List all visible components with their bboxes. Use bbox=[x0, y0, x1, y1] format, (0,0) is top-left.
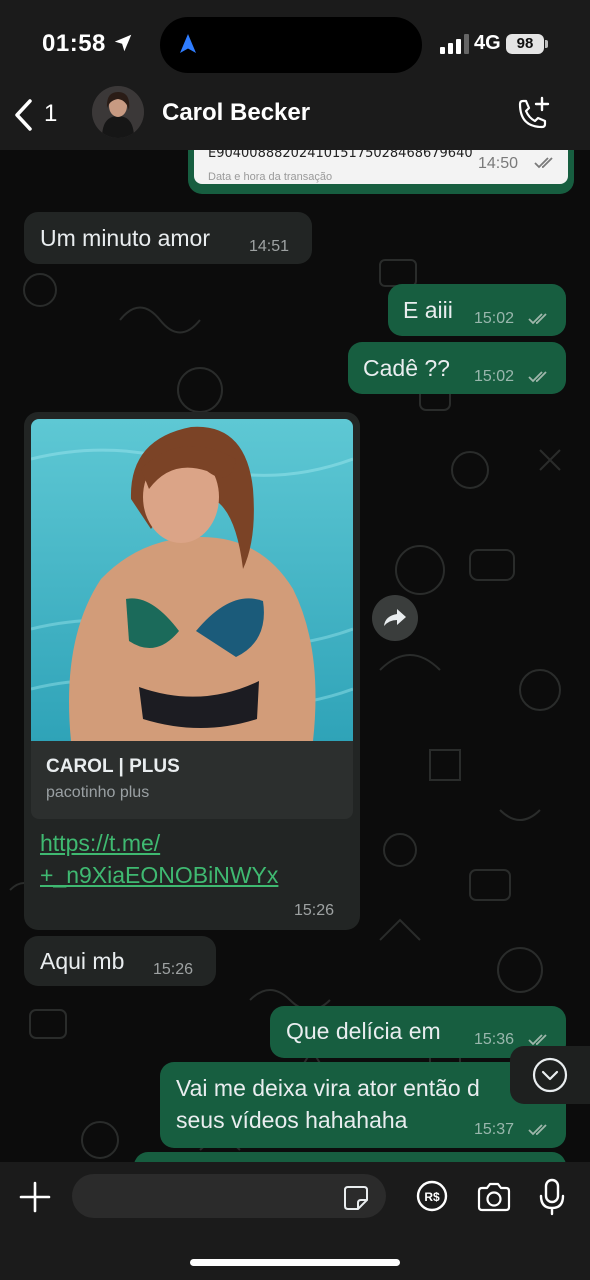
link-preview-meta[interactable]: CAROL | PLUS pacotinho plus bbox=[31, 741, 353, 819]
message-outgoing[interactable]: Cadê ?? 15:02 bbox=[348, 342, 566, 394]
sticker-icon[interactable] bbox=[342, 1184, 370, 1212]
composer-bar: R$ bbox=[0, 1162, 590, 1280]
transaction-date-label: Data e hora da transação bbox=[208, 171, 333, 183]
network-type: 4G bbox=[474, 32, 501, 54]
link-preview-image[interactable] bbox=[31, 419, 353, 741]
message-text: seus vídeos hahahaha bbox=[176, 1107, 408, 1133]
add-call-icon[interactable] bbox=[512, 94, 552, 134]
read-ticks-icon bbox=[528, 1124, 547, 1136]
message-outgoing[interactable]: E aiii 15:02 bbox=[388, 284, 566, 336]
receipt-message[interactable]: E9040088820241015175028468679640 Data e … bbox=[188, 150, 574, 194]
message-incoming-link[interactable]: CAROL | PLUS pacotinho plus https://t.me… bbox=[24, 412, 360, 930]
link-preview-title: CAROL | PLUS bbox=[46, 756, 180, 777]
read-ticks-icon bbox=[534, 157, 553, 169]
message-incoming[interactable]: Aqui mb 15:26 bbox=[24, 936, 216, 986]
message-link[interactable]: https://t.me/ bbox=[40, 830, 160, 857]
payment-icon[interactable]: R$ bbox=[416, 1180, 448, 1212]
message-time: 14:51 bbox=[249, 238, 290, 255]
scroll-to-bottom-button[interactable] bbox=[510, 1046, 590, 1104]
message-text: Um minuto amor bbox=[40, 225, 210, 251]
message-time: 15:02 bbox=[474, 310, 515, 327]
message-time: 15:26 bbox=[153, 961, 194, 978]
read-ticks-icon bbox=[528, 1034, 547, 1046]
transaction-code: E9040088820241015175028468679640 bbox=[208, 150, 473, 161]
message-time: 15:26 bbox=[294, 902, 335, 919]
read-ticks-icon bbox=[528, 371, 547, 383]
message-outgoing[interactable]: Vai me deixa vira ator então d seus víde… bbox=[160, 1062, 566, 1148]
avatar[interactable] bbox=[92, 86, 144, 138]
read-ticks-icon bbox=[528, 313, 547, 325]
camera-icon[interactable] bbox=[476, 1182, 512, 1212]
message-time: 15:36 bbox=[474, 1031, 515, 1048]
navigation-arrow-icon bbox=[180, 34, 196, 53]
unread-count[interactable]: 1 bbox=[44, 100, 57, 128]
message-input[interactable] bbox=[72, 1174, 386, 1218]
message-incoming[interactable]: Um minuto amor 14:51 bbox=[24, 212, 312, 264]
chat-header: 1 Carol Becker bbox=[0, 84, 590, 150]
battery-indicator: 98 bbox=[506, 34, 544, 54]
message-link[interactable]: +_n9XiaEONOBiNWYx bbox=[40, 862, 278, 889]
message-text: Cadê ?? bbox=[363, 355, 450, 381]
message-text: Que delícia em bbox=[286, 1018, 441, 1044]
message-text: Vai me deixa vira ator então d bbox=[176, 1075, 480, 1101]
message-time: 14:50 bbox=[478, 155, 519, 172]
message-time: 15:37 bbox=[474, 1121, 515, 1138]
forward-icon bbox=[384, 609, 406, 626]
receipt-preview: E9040088820241015175028468679640 Data e … bbox=[194, 150, 568, 184]
status-bar: 01:58 4G 98 bbox=[0, 0, 590, 84]
message-text: E aiii bbox=[403, 297, 453, 323]
chat-thread[interactable]: E9040088820241015175028468679640 Data e … bbox=[0, 150, 590, 1162]
home-indicator[interactable] bbox=[190, 1259, 400, 1266]
microphone-icon[interactable] bbox=[538, 1178, 566, 1216]
location-arrow-icon bbox=[114, 34, 132, 52]
message-time: 15:02 bbox=[474, 368, 515, 385]
back-chevron-icon[interactable] bbox=[12, 98, 36, 132]
message-outgoing[interactable] bbox=[134, 1152, 566, 1162]
plus-icon[interactable] bbox=[18, 1180, 52, 1214]
cellular-signal-icon bbox=[440, 34, 469, 54]
message-text: Aqui mb bbox=[40, 948, 125, 974]
battery-cap bbox=[545, 40, 548, 48]
clock: 01:58 bbox=[42, 30, 106, 57]
svg-text:R$: R$ bbox=[424, 1190, 440, 1204]
forward-button[interactable] bbox=[372, 595, 418, 641]
link-preview-description: pacotinho plus bbox=[46, 784, 150, 801]
chevron-down-circle-icon bbox=[532, 1057, 568, 1093]
contact-name[interactable]: Carol Becker bbox=[162, 99, 310, 127]
